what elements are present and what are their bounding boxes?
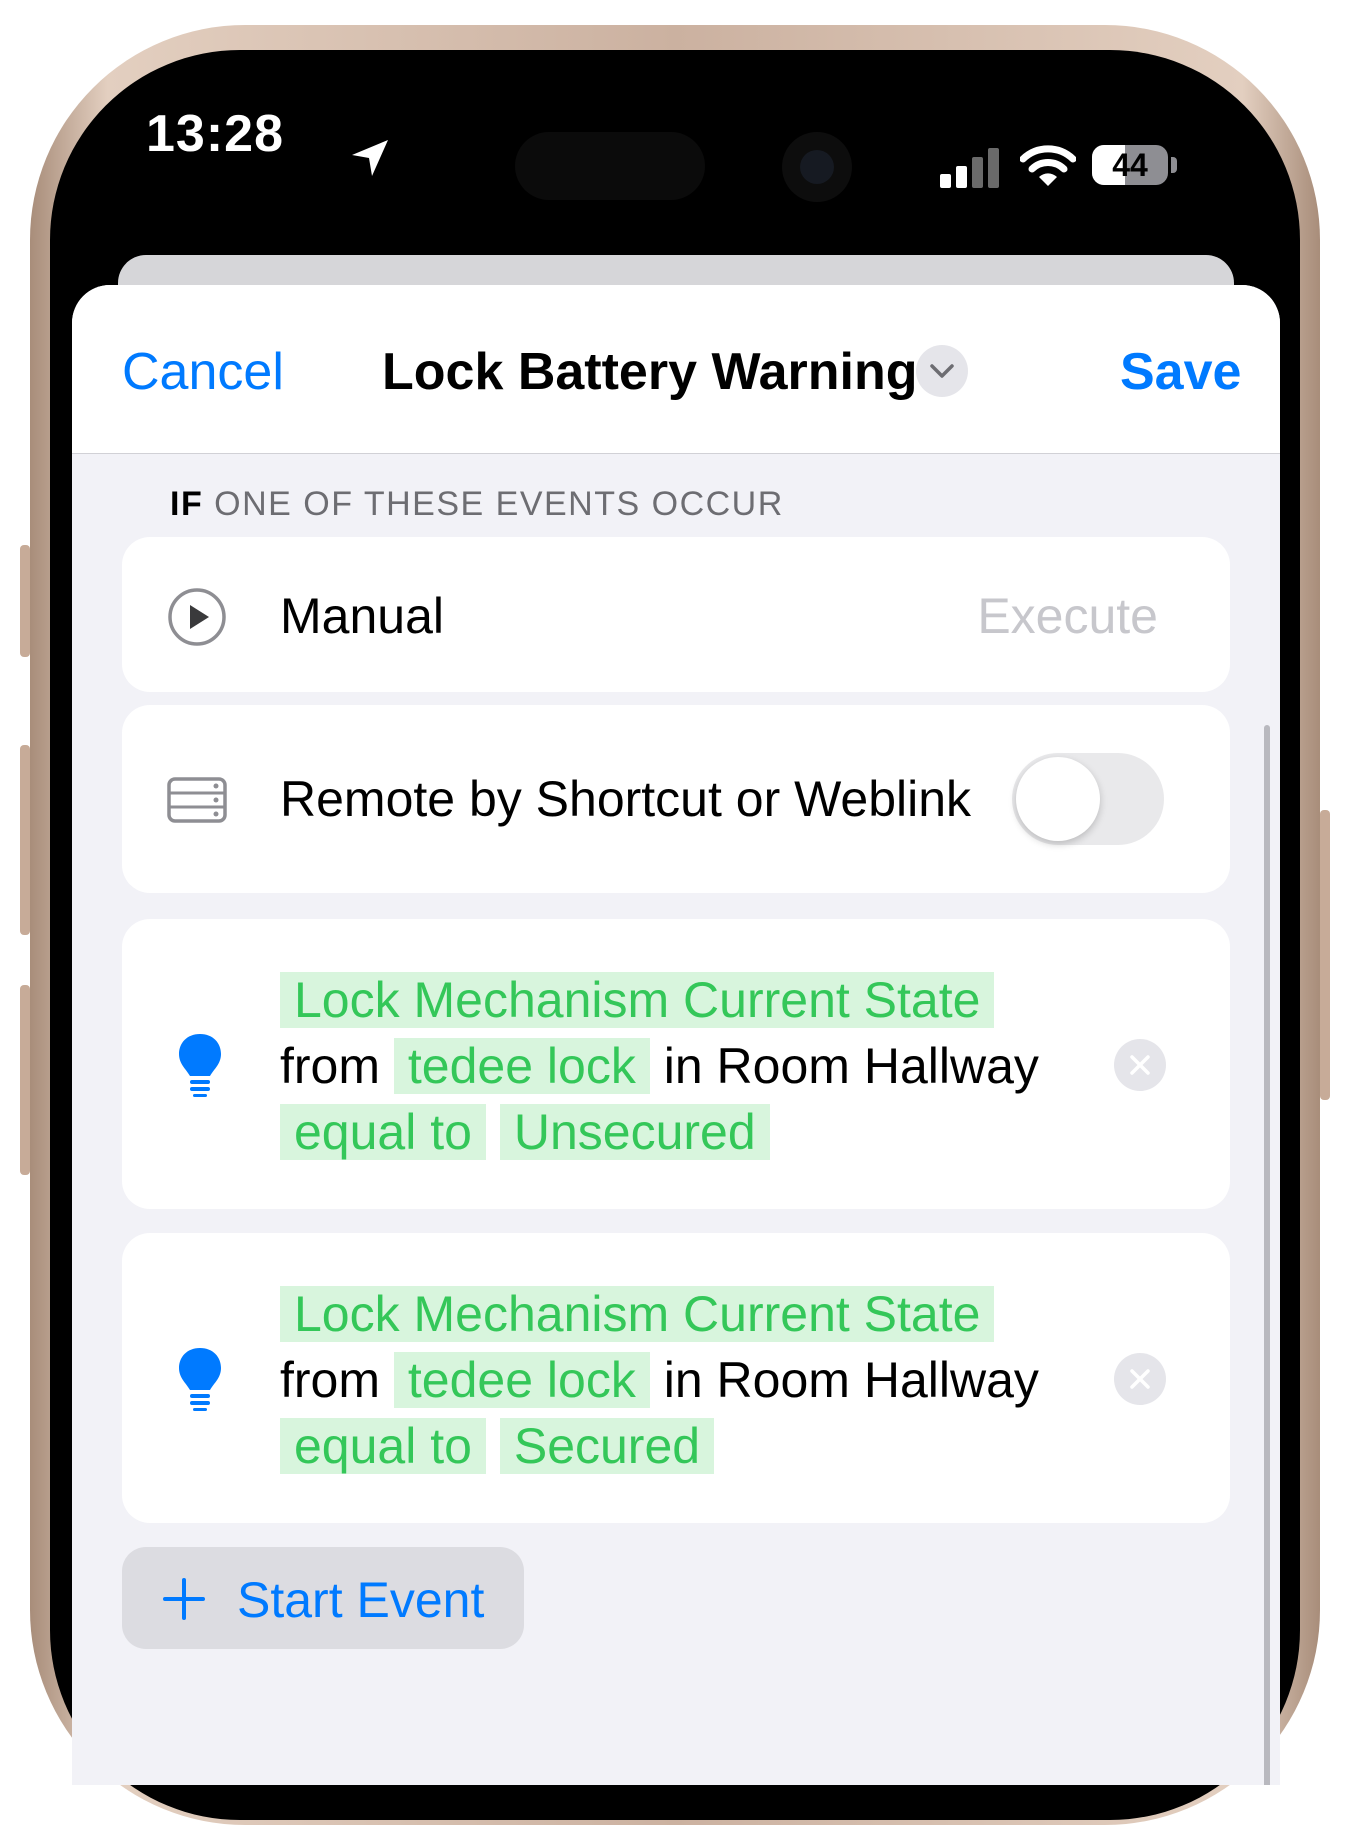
plus-icon	[163, 1578, 205, 1620]
section-header-text: ONE OF THESE EVENTS OCCUR	[214, 485, 784, 523]
battery-level: 44	[1112, 147, 1148, 183]
characteristic-pill[interactable]: Lock Mechanism Current State	[280, 972, 995, 1028]
room-text: in Room	[663, 1038, 850, 1094]
from-text: from	[280, 1038, 380, 1094]
remove-condition-button[interactable]	[1114, 1039, 1166, 1091]
manual-trigger-label: Manual	[280, 588, 444, 644]
cancel-button[interactable]: Cancel	[122, 342, 284, 402]
room-text: in Room	[663, 1352, 850, 1408]
dynamic-island	[515, 132, 705, 200]
operator-pill[interactable]: equal to	[280, 1104, 486, 1160]
close-icon	[1130, 1055, 1150, 1075]
remote-trigger-label: Remote by Shortcut or Weblink	[280, 771, 972, 827]
page-title: Lock Battery Warning	[382, 343, 918, 401]
title-menu-button[interactable]	[916, 345, 968, 397]
action-button	[20, 545, 30, 657]
characteristic-pill[interactable]: Lock Mechanism Current State	[280, 1286, 995, 1342]
start-event-label: Start Event	[237, 1572, 485, 1628]
execute-button[interactable]: Execute	[977, 587, 1158, 645]
power-button	[1320, 810, 1330, 1100]
from-text: from	[280, 1352, 380, 1408]
server-icon	[167, 777, 227, 823]
camera-lens	[800, 150, 834, 184]
battery-icon: 44	[1092, 145, 1168, 185]
cellular-signal-icon	[940, 148, 999, 188]
chevron-down-icon	[930, 364, 954, 378]
condition-text: Lock Mechanism Current State from tedee …	[280, 967, 1060, 1165]
condition-text: Lock Mechanism Current State from tedee …	[280, 1281, 1060, 1479]
navigation-bar: Cancel Lock Battery Warning Save	[72, 285, 1280, 454]
operator-pill[interactable]: equal to	[280, 1418, 486, 1474]
manual-trigger-row[interactable]: Manual Execute	[122, 537, 1230, 692]
section-header: IF ONE OF THESE EVENTS OCCUR	[170, 485, 784, 524]
value-pill[interactable]: Unsecured	[499, 1104, 770, 1160]
volume-up-button	[20, 745, 30, 935]
battery-cap	[1171, 157, 1177, 173]
device-pill[interactable]: tedee lock	[393, 1352, 650, 1408]
location-arrow-icon	[352, 140, 388, 176]
lightbulb-icon	[179, 1034, 221, 1097]
start-event-button[interactable]: Start Event	[122, 1547, 524, 1649]
section-header-prefix: IF	[170, 485, 204, 523]
toggle-knob[interactable]	[1016, 757, 1100, 841]
lightbulb-icon	[179, 1348, 221, 1411]
save-button[interactable]: Save	[1120, 342, 1241, 402]
condition-row[interactable]: Lock Mechanism Current State from tedee …	[122, 1233, 1230, 1523]
condition-row[interactable]: Lock Mechanism Current State from tedee …	[122, 919, 1230, 1209]
scrollbar[interactable]	[1264, 725, 1270, 1785]
remove-condition-button[interactable]	[1114, 1353, 1166, 1405]
remote-trigger-row: Remote by Shortcut or Weblink	[122, 705, 1230, 893]
room-name: Hallway	[863, 1038, 1039, 1094]
wifi-icon	[1020, 145, 1076, 186]
automation-sheet: Cancel Lock Battery Warning Save IF ONE …	[72, 285, 1280, 1785]
volume-down-button	[20, 985, 30, 1175]
value-pill[interactable]: Secured	[499, 1418, 715, 1474]
close-icon	[1130, 1369, 1150, 1389]
room-name: Hallway	[863, 1352, 1039, 1408]
play-circle-icon	[168, 588, 226, 646]
status-time: 13:28	[146, 105, 284, 163]
device-pill[interactable]: tedee lock	[393, 1038, 650, 1094]
remote-trigger-toggle[interactable]	[1012, 753, 1164, 845]
